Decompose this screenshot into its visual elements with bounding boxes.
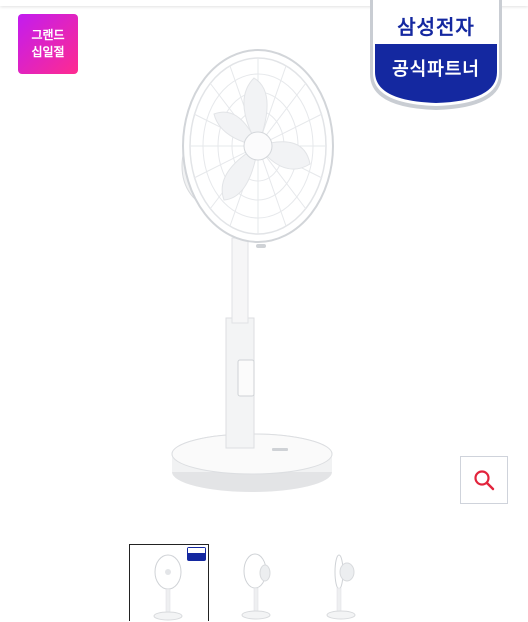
thumbnail-1[interactable] xyxy=(129,544,209,621)
thumbnail-2[interactable] xyxy=(219,544,299,621)
samsung-official-partner-badge: 삼성전자 공식파트너 xyxy=(368,0,504,112)
fan-side-thumbnail-icon xyxy=(326,554,356,620)
partner-badge-line2: 공식파트너 xyxy=(392,59,480,80)
zoom-button[interactable] xyxy=(460,456,508,504)
fan-angled-thumbnail-icon xyxy=(241,553,271,620)
thumbnail-3[interactable] xyxy=(309,544,389,621)
fan-front-thumbnail-icon xyxy=(153,547,206,621)
grand-11-promo-badge: 그랜드 십일절 xyxy=(18,14,78,74)
promo-badge-line2: 십일절 xyxy=(31,45,65,59)
partner-badge-line1: 삼성전자 xyxy=(397,15,475,39)
standing-fan-icon xyxy=(171,49,334,492)
magnifier-icon xyxy=(474,470,495,491)
product-main-image[interactable] xyxy=(150,48,370,498)
thumbnail-strip xyxy=(129,544,399,621)
promo-badge-line1: 그랜드 xyxy=(31,28,65,42)
